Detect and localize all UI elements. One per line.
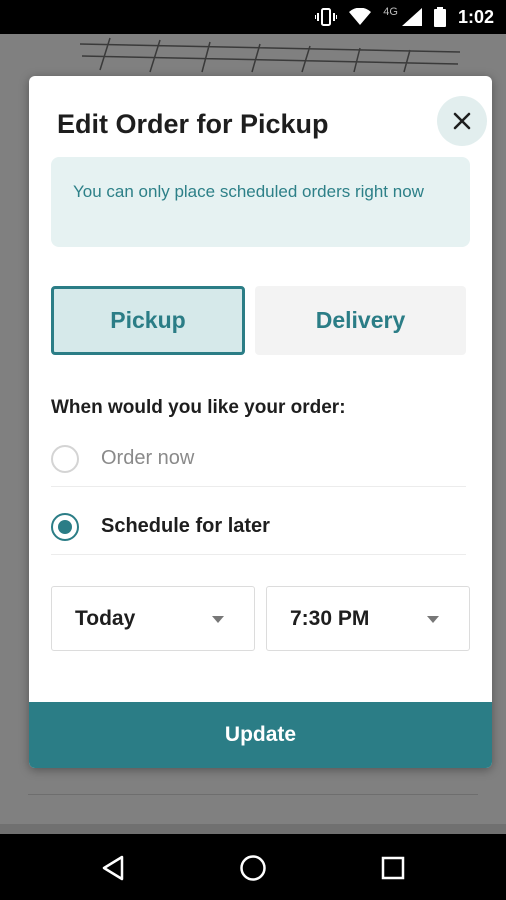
update-button[interactable]: Update (29, 702, 492, 768)
background-divider (28, 794, 478, 795)
navigation-bar (0, 834, 506, 900)
edit-order-modal: Edit Order for Pickup You can only place… (29, 76, 492, 768)
timing-question: When would you like your order: (51, 397, 346, 418)
schedule-later-option[interactable]: Schedule for later (51, 499, 466, 555)
order-mode-toggle: Pickup Delivery (51, 286, 466, 355)
day-select-value: Today (75, 606, 136, 630)
time-select[interactable]: 7:30 PM (266, 586, 470, 651)
close-icon (453, 112, 471, 130)
chevron-down-icon (427, 616, 439, 623)
schedule-later-radio[interactable] (51, 512, 79, 541)
signal-icon (401, 8, 422, 26)
delivery-mode-button[interactable]: Delivery (255, 286, 466, 355)
back-icon (102, 855, 124, 881)
modal-title: Edit Order for Pickup (57, 109, 329, 139)
time-select-value: 7:30 PM (290, 606, 370, 630)
background-illustration (79, 37, 461, 73)
network-type-label: 4G (383, 6, 398, 18)
status-time: 1:02 (457, 6, 494, 27)
order-now-radio[interactable] (51, 444, 79, 473)
recents-button[interactable] (377, 852, 409, 884)
wifi-icon (349, 8, 372, 26)
battery-icon (433, 7, 446, 27)
close-button[interactable] (437, 96, 487, 146)
recents-icon (381, 856, 405, 880)
scheduled-orders-notice: You can only place scheduled orders righ… (51, 157, 470, 247)
chevron-down-icon (212, 616, 224, 623)
pickup-mode-button[interactable]: Pickup (51, 286, 245, 355)
home-icon (240, 855, 266, 881)
home-button[interactable] (237, 852, 269, 884)
back-button[interactable] (97, 852, 129, 884)
order-now-option[interactable]: Order now (51, 431, 466, 487)
order-now-label: Order now (101, 447, 195, 469)
background-strip (0, 824, 506, 834)
vibrate-icon (315, 8, 338, 26)
schedule-later-label: Schedule for later (101, 515, 270, 537)
status-bar: 4G 1:02 (0, 0, 506, 34)
day-select[interactable]: Today (51, 586, 255, 651)
